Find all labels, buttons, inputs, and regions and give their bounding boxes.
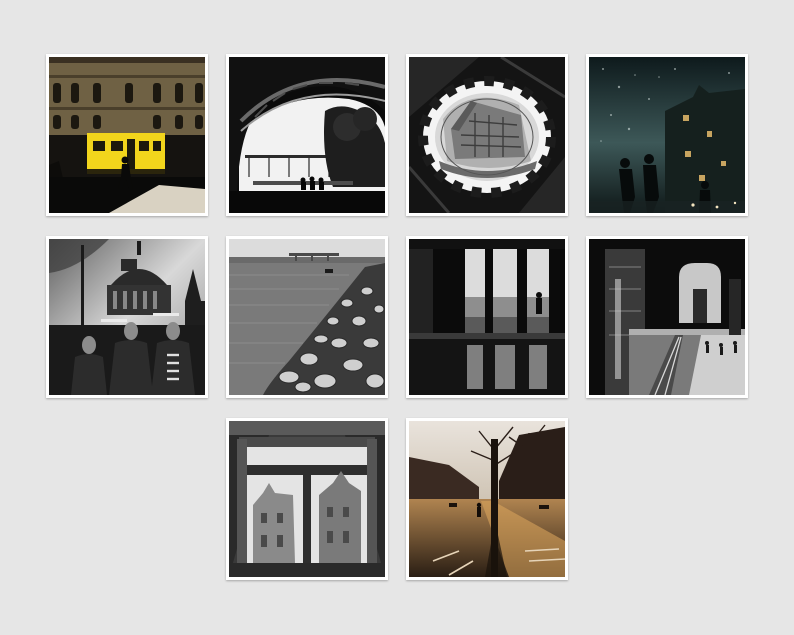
photo-frame-rainy-reflection[interactable] [586,54,748,216]
photo-frame-convex-mirror[interactable] [406,54,568,216]
photo-frame-yellow-tram[interactable] [46,54,208,216]
photo-window-church [229,421,385,577]
photo-avenue-sunset [409,421,565,577]
photo-arched-window-street [589,239,745,395]
photo-frame-bridge-arch[interactable] [226,54,388,216]
photo-glass-doors [409,239,565,395]
photo-bridge-arch [229,57,385,213]
photo-riverbank-rocks [229,239,385,395]
photo-frame-glass-doors[interactable] [406,236,568,398]
photo-basilica-mannequins [49,239,205,395]
photo-yellow-tram [49,57,205,213]
photo-frame-arched-window-street[interactable] [586,236,748,398]
photo-rainy-reflection [589,57,745,213]
photo-frame-avenue-sunset[interactable] [406,418,568,580]
photo-convex-mirror [409,57,565,213]
photo-frame-basilica-mannequins[interactable] [46,236,208,398]
photo-frame-riverbank-rocks[interactable] [226,236,388,398]
photo-frame-window-church[interactable] [226,418,388,580]
